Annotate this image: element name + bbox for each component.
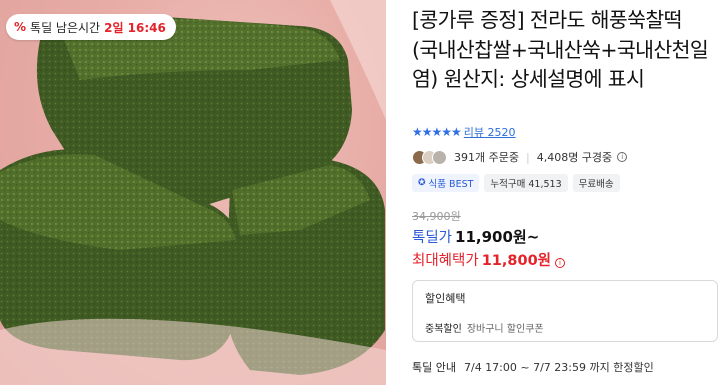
best-badge-icon: ✪ bbox=[418, 178, 426, 188]
avatar bbox=[432, 149, 447, 165]
review-label: 리뷰 bbox=[463, 126, 485, 139]
cumulative-purchase-tag: 누적구매 41,513 bbox=[484, 174, 568, 192]
max-benefit-row: 최대혜택가 11,800원 i bbox=[412, 249, 565, 270]
deal-info-label: 톡딜 안내 bbox=[412, 361, 456, 374]
deal-timer-badge: % 톡딜 남은시간 2일 16:46 bbox=[6, 14, 176, 40]
product-image[interactable]: % 톡딜 남은시간 2일 16:46 bbox=[0, 0, 386, 385]
deal-price-row: 톡딜가 11,900원~ bbox=[412, 226, 539, 247]
star-rating-icon: ★★★★★ bbox=[412, 125, 462, 139]
review-link[interactable]: 리뷰 2520 bbox=[464, 124, 516, 140]
max-benefit-label: 최대혜택가 bbox=[412, 253, 479, 269]
product-title: [콩가루 증정] 전라도 해풍쑥찰떡 (국내산찹쌀+국내산쑥+국내산천일염) 원… bbox=[412, 8, 709, 91]
duplicate-discount-value: 장바구니 할인쿠폰 bbox=[466, 324, 544, 335]
social-proof-row: 391개 주문중 | 4,408명 구경중 i bbox=[412, 148, 628, 166]
info-icon[interactable]: i bbox=[617, 152, 628, 162]
max-benefit-price: 11,800원 bbox=[481, 253, 551, 269]
deal-price: 11,900원~ bbox=[455, 228, 540, 246]
deal-info-row: 톡딜 안내 7/4 17:00 ~ 7/7 23:59 까지 한정할인 bbox=[412, 359, 654, 375]
rating-row[interactable]: ★★★★★ 리뷰 2520 bbox=[412, 124, 516, 140]
discount-benefit-box[interactable]: 할인혜택 중복할인 장바구니 할인쿠폰 bbox=[412, 280, 718, 342]
free-shipping-tag: 무료배송 bbox=[572, 174, 620, 192]
rice-cake-illustration bbox=[0, 0, 386, 385]
watching-count: 4,408명 구경중 bbox=[536, 151, 613, 164]
info-icon[interactable]: i bbox=[555, 258, 565, 268]
food-best-tag[interactable]: ✪ 식품 BEST bbox=[412, 174, 480, 192]
deal-period: 7/4 17:00 ~ 7/7 23:59 까지 한정할인 bbox=[463, 361, 654, 374]
duplicate-discount-line: 중복할인 장바구니 할인쿠폰 bbox=[425, 320, 705, 335]
tags-row: ✪ 식품 BEST 누적구매 41,513 무료배송 bbox=[412, 174, 620, 192]
original-price: 34,900원 bbox=[412, 210, 461, 223]
food-best-label: 식품 BEST bbox=[428, 179, 474, 190]
deal-price-label: 톡딜가 bbox=[412, 230, 453, 246]
deal-timer-remaining: 2일 16:46 bbox=[104, 20, 166, 35]
discount-benefit-title: 할인혜택 bbox=[425, 292, 466, 305]
percent-icon: % bbox=[14, 20, 27, 34]
divider: | bbox=[525, 150, 530, 164]
deal-timer-label: 톡딜 남은시간 bbox=[30, 20, 101, 35]
buyer-avatars bbox=[412, 149, 447, 165]
duplicate-discount-label: 중복할인 bbox=[425, 324, 462, 335]
product-info-panel: [콩가루 증정] 전라도 해풍쑥찰떡 (국내산찹쌀+국내산쑥+국내산천일염) 원… bbox=[412, 0, 719, 385]
orders-count: 391개 주문중 bbox=[454, 151, 519, 164]
review-count: 2520 bbox=[487, 126, 516, 139]
